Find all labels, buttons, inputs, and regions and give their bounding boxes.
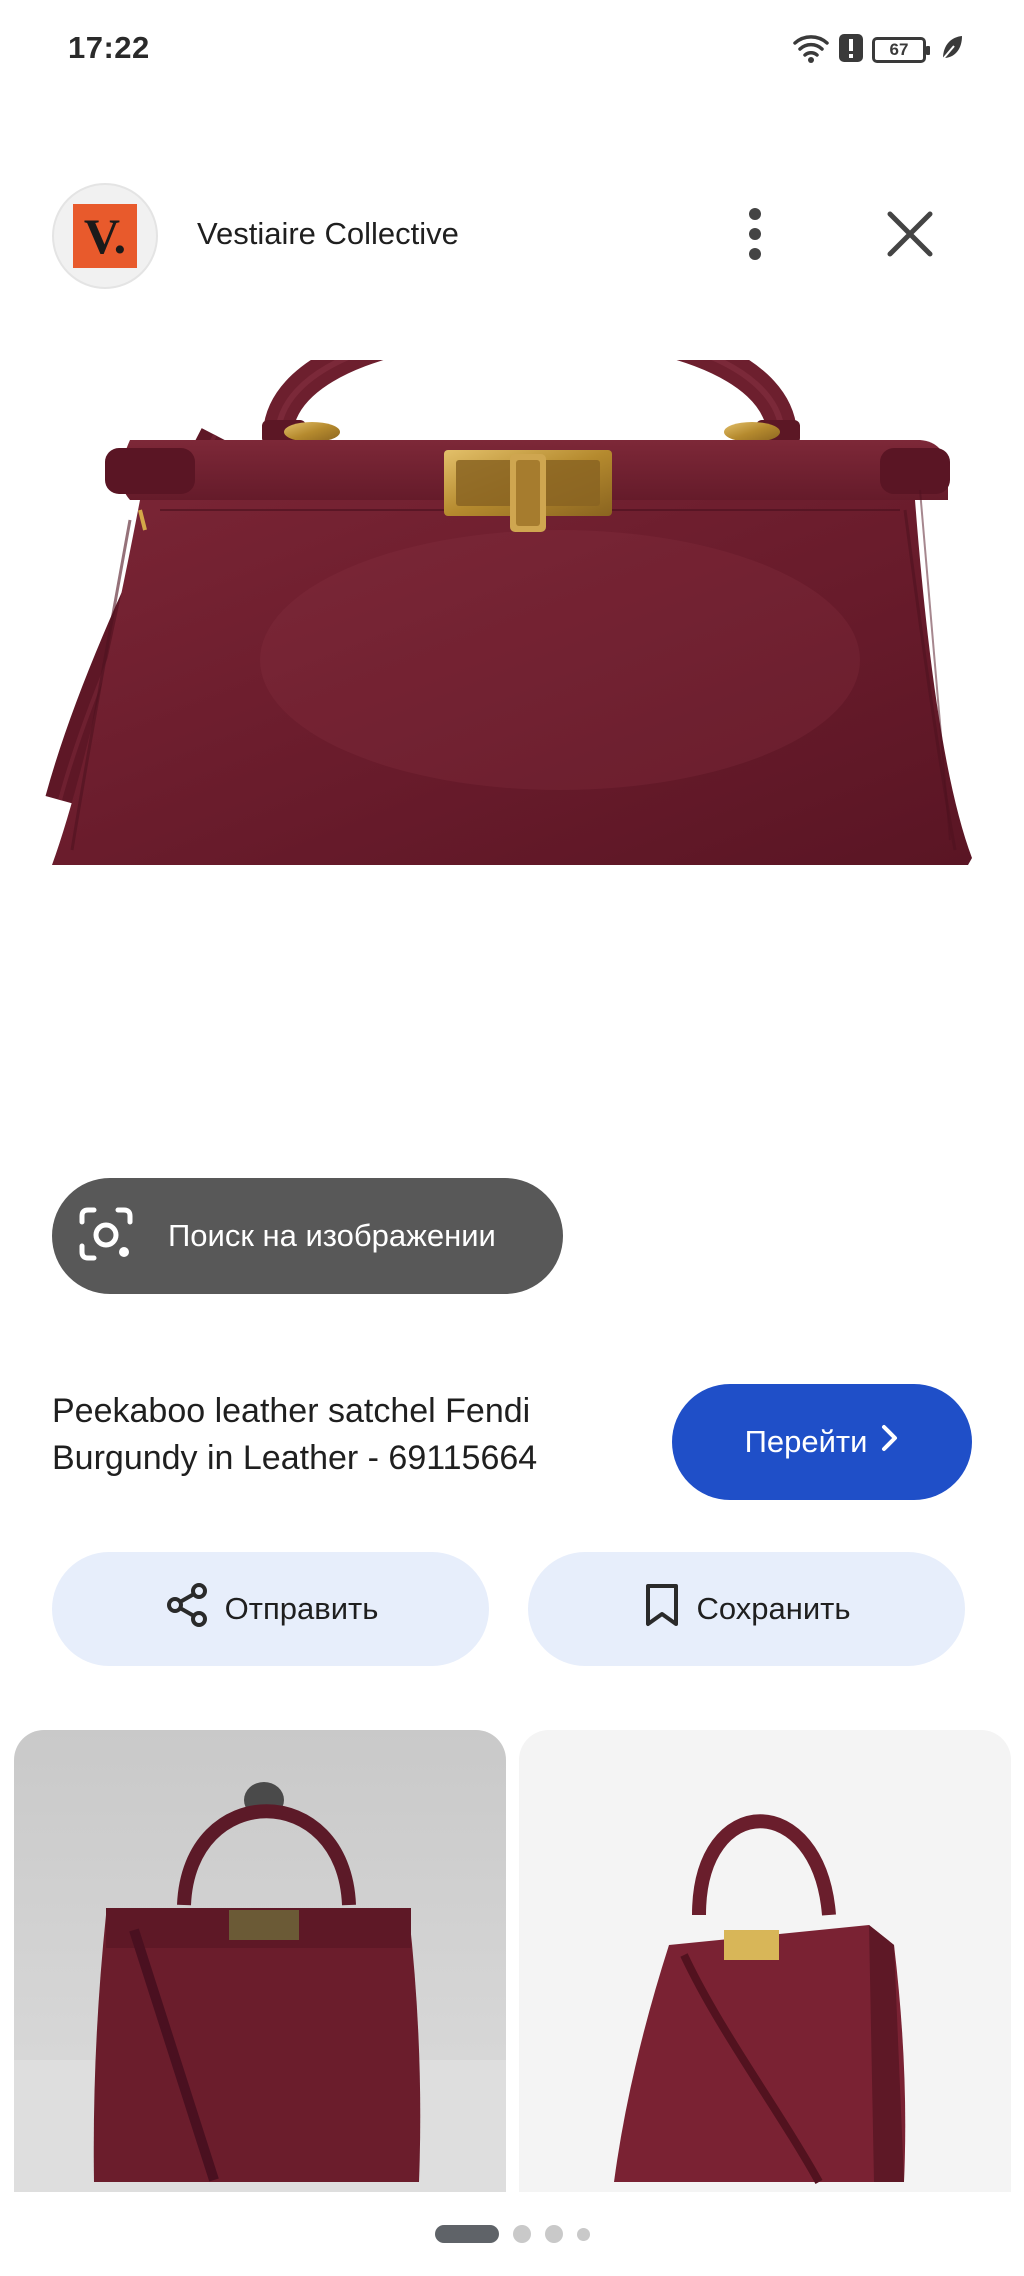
battery-level: 67 (889, 40, 909, 59)
battery-icon: 67 (872, 37, 930, 63)
more-options-button[interactable] (725, 200, 785, 272)
more-vert-icon (747, 206, 763, 267)
source-logo[interactable]: V. (52, 183, 158, 289)
pager-dot[interactable] (512, 2225, 531, 2243)
source-logo-mark: V. (73, 204, 137, 268)
lens-search-label: Поиск на изображении (168, 1218, 496, 1253)
related-image-1[interactable] (14, 1730, 506, 2192)
pager-dot[interactable] (434, 2225, 499, 2243)
save-label: Сохранить (696, 1591, 851, 1626)
share-icon (163, 1581, 211, 1637)
share-label: Отправить (224, 1591, 379, 1626)
status-time: 17:22 (68, 30, 150, 65)
source-name[interactable]: Vestiaire Collective (197, 216, 459, 252)
product-image[interactable] (0, 310, 1024, 1300)
related-image-2[interactable] (519, 1730, 1011, 2192)
wifi-icon (792, 32, 830, 69)
alert-icon (838, 32, 864, 69)
save-button[interactable]: Сохранить (528, 1552, 965, 1666)
bookmark-icon (642, 1582, 682, 1636)
pager-dot[interactable] (544, 2225, 563, 2243)
image-pager (0, 2225, 1024, 2243)
result-header: V. Vestiaire Collective (0, 180, 1024, 292)
lens-search-chip[interactable]: Поиск на изображении (52, 1178, 563, 1294)
leaf-icon (940, 34, 964, 67)
visit-label: Перейти (744, 1424, 868, 1459)
visit-button[interactable]: Перейти (672, 1384, 972, 1500)
product-title: Peekaboo leather satchel Fendi Burgundy … (52, 1392, 538, 1477)
share-button[interactable]: Отправить (52, 1552, 489, 1666)
close-icon (886, 210, 934, 263)
pager-dot[interactable] (576, 2227, 590, 2241)
status-bar: 17:22 67 (0, 0, 1024, 100)
lens-camera-icon (76, 1206, 136, 1267)
chevron-right-icon (881, 1424, 899, 1460)
close-button[interactable] (870, 200, 950, 272)
status-icons: 67 (792, 30, 964, 70)
